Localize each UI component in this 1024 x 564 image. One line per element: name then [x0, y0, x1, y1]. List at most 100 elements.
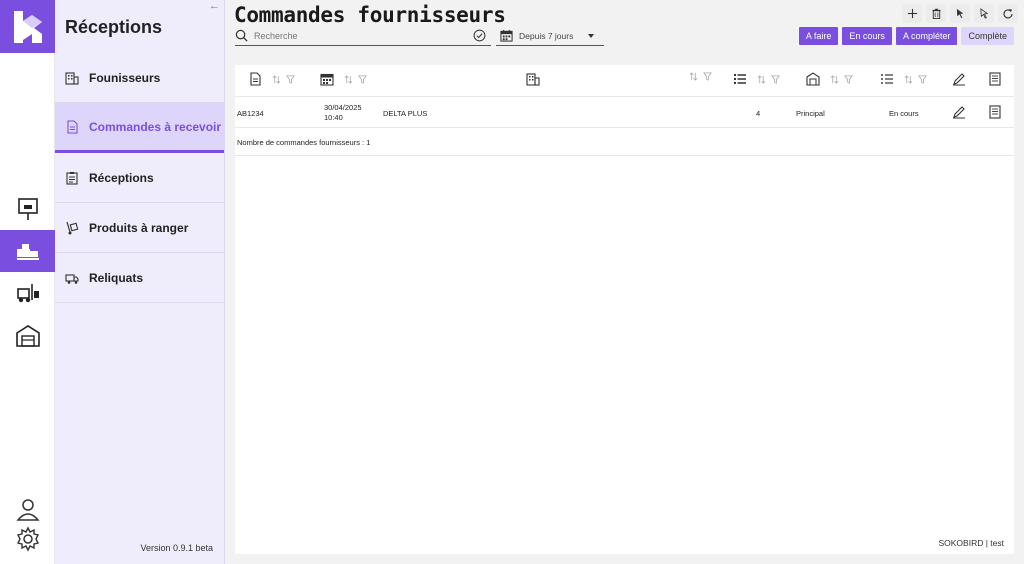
sidebar-item-receptions[interactable]: Réceptions — [55, 153, 224, 203]
row-date: 30/04/2025 10:40 — [324, 103, 362, 123]
sort-icon[interactable] — [757, 74, 766, 84]
rail-package-sign[interactable] — [0, 188, 55, 230]
pointer-mode-button[interactable] — [974, 4, 994, 23]
orders-table: AB1234 30/04/2025 10:40 DELTA PLUS 4 Pri… — [235, 65, 1014, 554]
checklist-icon — [881, 74, 893, 84]
gear-icon — [16, 526, 39, 552]
status-filter-a-faire[interactable]: A faire — [798, 27, 839, 45]
sidebar-item-reliquats[interactable]: Reliquats — [55, 253, 224, 303]
sidebar-item-label: Commandes à recevoir — [89, 119, 222, 134]
sidebar-title-text: Réceptions — [65, 17, 163, 37]
col-status[interactable] — [880, 72, 927, 86]
status-filter-complete[interactable]: Complète — [961, 27, 1014, 45]
sort-icon[interactable] — [689, 72, 698, 81]
search-icon — [235, 29, 248, 42]
arrow-left-icon[interactable]: ← — [209, 0, 220, 12]
pen-icon — [953, 73, 965, 86]
sort-icon[interactable] — [830, 74, 839, 84]
select-mode-button[interactable] — [950, 4, 970, 23]
sidebar-item-label: Réceptions — [89, 170, 154, 185]
app-rail — [0, 0, 55, 564]
rail-delivery[interactable] — [0, 230, 55, 272]
refresh-icon — [1003, 8, 1013, 18]
add-button[interactable] — [902, 4, 922, 23]
building-icon — [65, 71, 79, 85]
row-warehouse: Principal — [796, 109, 825, 118]
main-content: Commandes fournisseurs Depuis 7 jours — [226, 0, 1024, 564]
filter-icon[interactable] — [286, 74, 295, 84]
cursor-select-icon — [956, 8, 963, 19]
col-supplier-sort[interactable] — [689, 72, 712, 81]
row-time-value: 10:40 — [324, 113, 343, 122]
rail-warehouse[interactable] — [0, 315, 55, 357]
search-bar — [235, 26, 491, 46]
truck-icon — [65, 273, 79, 284]
sidebar-item-label: Reliquats — [89, 270, 144, 285]
date-filter-select[interactable]: Depuis 7 jours — [496, 26, 604, 46]
clipboard-list-icon — [66, 171, 78, 185]
calendar-icon — [320, 73, 334, 86]
app-logo[interactable] — [0, 0, 55, 53]
row-supplier: DELTA PLUS — [383, 109, 428, 118]
toolbar — [902, 4, 1018, 23]
sidebar-item-commandes[interactable]: Commandes à recevoir — [55, 103, 224, 153]
filter-icon[interactable] — [358, 74, 367, 84]
document-icon — [67, 119, 78, 134]
trash-icon — [931, 8, 941, 19]
col-details — [988, 72, 1002, 86]
status-filter-en-cours[interactable]: En cours — [842, 27, 892, 45]
logo-icon — [13, 10, 42, 43]
rail-settings[interactable] — [0, 518, 55, 560]
col-supplier[interactable] — [526, 72, 540, 86]
sidebar-item-fournisseurs[interactable]: Founisseurs — [55, 53, 224, 103]
document-icon — [250, 72, 261, 86]
app-version: Version 0.9.1 beta — [140, 543, 213, 553]
sort-icon[interactable] — [272, 74, 281, 84]
sort-icon[interactable] — [904, 74, 913, 84]
page-title: Commandes fournisseurs — [234, 3, 506, 27]
sidebar-title: Réceptions ← — [55, 0, 224, 53]
status-filter-group: A faire En cours A compléter Complète — [798, 27, 1014, 45]
cursor-icon — [979, 8, 988, 19]
hand-truck-icon — [66, 221, 79, 234]
filter-icon[interactable] — [844, 74, 853, 84]
date-filter-value: Depuis 7 jours — [519, 30, 574, 41]
delete-button[interactable] — [926, 4, 946, 23]
current-user: SOKOBIRD | test — [938, 538, 1004, 548]
package-sign-icon — [17, 198, 38, 220]
filter-icon[interactable] — [703, 72, 712, 81]
row-lines: 4 — [756, 109, 761, 118]
col-reference[interactable] — [248, 72, 295, 86]
module-sidebar: Réceptions ← Founisseurs Commandes à rec… — [55, 0, 225, 564]
check-circle-icon[interactable] — [473, 29, 486, 42]
delivery-truck-icon — [16, 244, 39, 260]
col-edit — [952, 72, 966, 86]
chevron-down-icon — [588, 34, 594, 38]
refresh-button[interactable] — [998, 4, 1018, 23]
edit-row-icon[interactable] — [952, 105, 966, 119]
view-details-icon[interactable] — [988, 105, 1002, 119]
sidebar-item-label: Founisseurs — [89, 70, 161, 85]
sidebar-item-produits[interactable]: Produits à ranger — [55, 203, 224, 253]
list-icon — [734, 74, 746, 84]
col-date[interactable] — [320, 72, 367, 86]
status-filter-a-completer[interactable]: A compléter — [895, 27, 958, 45]
col-warehouse[interactable] — [806, 72, 853, 86]
warehouse-icon — [806, 72, 820, 86]
forklift-icon — [16, 284, 39, 303]
calendar-icon — [500, 29, 513, 42]
rail-forklift[interactable] — [0, 272, 55, 314]
filter-icon[interactable] — [771, 74, 780, 84]
sort-icon[interactable] — [344, 74, 353, 84]
col-lines[interactable] — [733, 72, 780, 86]
sidebar-item-label: Produits à ranger — [89, 220, 189, 235]
plus-icon — [907, 8, 917, 19]
search-input[interactable] — [254, 30, 464, 41]
building-icon — [526, 73, 540, 86]
table-row[interactable]: AB1234 30/04/2025 10:40 DELTA PLUS 4 Pri… — [235, 97, 1014, 128]
filter-icon[interactable] — [918, 74, 927, 84]
row-count: Nombre de commandes fournisseurs : 1 — [235, 128, 1014, 156]
table-header — [235, 65, 1014, 97]
row-reference: AB1234 — [237, 109, 264, 118]
row-status: En cours — [889, 109, 919, 118]
